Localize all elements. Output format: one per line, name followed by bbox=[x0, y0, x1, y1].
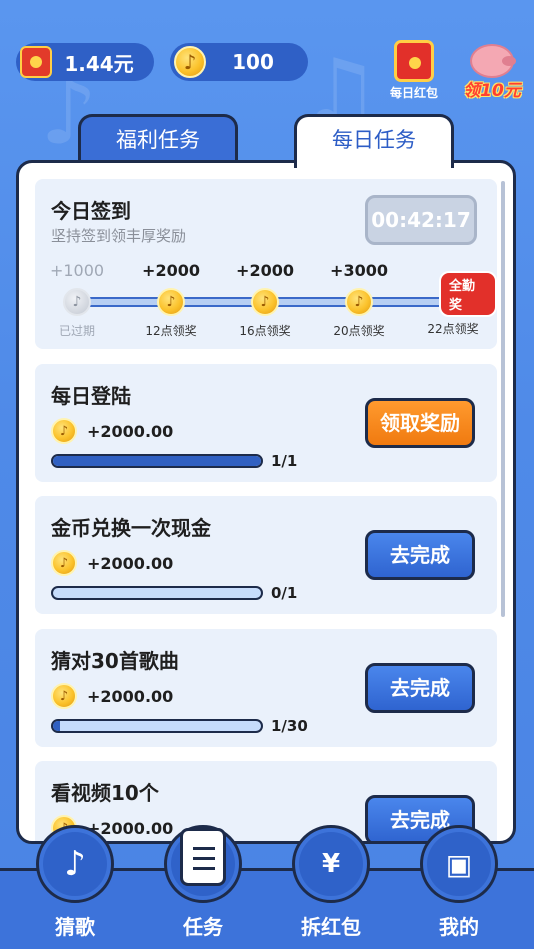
task-reward-value: +2000.00 bbox=[87, 686, 174, 706]
task-card: 每日登陆 ♪ +2000.00 1/1 领取奖励 bbox=[35, 364, 497, 482]
step-amount: +2000 bbox=[236, 261, 294, 280]
nav-circle bbox=[164, 825, 242, 903]
redpack-icon: ¥ bbox=[321, 849, 341, 879]
nav-icon-bg: ¥ bbox=[299, 832, 363, 896]
checkin-card: 今日签到 坚持签到领丰厚奖励 00:42:17 全勤奖 +1000 ♪ 已过期 … bbox=[35, 179, 497, 349]
step-amount: +3000 bbox=[330, 261, 388, 280]
scrollbar[interactable] bbox=[501, 181, 505, 617]
task-progress-bar bbox=[51, 586, 263, 600]
checkin-step[interactable]: +2000 ♪ 12点领奖 bbox=[131, 261, 211, 339]
daily-redpack-button[interactable]: 每日红包 bbox=[386, 40, 442, 101]
nav-item-guess-song[interactable]: ♪ 猜歌 bbox=[30, 825, 120, 940]
task-title: 每日登陆 bbox=[51, 384, 131, 408]
nav-label: 猜歌 bbox=[55, 915, 95, 939]
coin-balance-pill[interactable]: ♪ 100 bbox=[170, 43, 308, 81]
task-progress-text: 0/1 bbox=[271, 584, 298, 602]
clipboard-icon bbox=[180, 828, 226, 886]
nav-item-tasks[interactable]: 任务 bbox=[158, 825, 248, 940]
nav-icon-bg: ▣ bbox=[427, 832, 491, 896]
checkin-step[interactable]: +3000 ♪ 20点领奖 bbox=[319, 261, 399, 339]
task-progress-text: 1/1 bbox=[271, 452, 298, 470]
step-amount: +2000 bbox=[142, 261, 200, 280]
coin-icon: ♪ bbox=[174, 46, 206, 78]
tab-welfare-tasks[interactable]: 福利任务 bbox=[78, 114, 238, 166]
nav-icon-bg bbox=[171, 828, 235, 896]
daily-redpack-icon bbox=[394, 40, 434, 82]
task-title: 金币兑换一次现金 bbox=[51, 516, 211, 540]
task-progress-text: 1/30 bbox=[271, 717, 308, 735]
nav-circle: ¥ bbox=[292, 825, 370, 903]
step-caption: 已过期 bbox=[58, 324, 95, 338]
step-caption: 12点领奖 bbox=[145, 324, 197, 338]
step-caption: 22点领奖 bbox=[427, 322, 479, 336]
checkin-title: 今日签到 bbox=[51, 199, 131, 223]
task-title: 猜对30首歌曲 bbox=[51, 649, 179, 673]
coin-icon: ♪ bbox=[63, 288, 91, 316]
bottom-nav: ♪ 猜歌 任务 ¥ 拆红包 ▣ 我的 bbox=[0, 825, 534, 949]
coin-icon: ♪ bbox=[51, 418, 77, 444]
task-progress-bar bbox=[51, 454, 263, 468]
task-reward: ♪ +2000.00 bbox=[51, 550, 173, 576]
task-reward-value: +2000.00 bbox=[87, 421, 174, 441]
task-panel[interactable]: 今日签到 坚持签到领丰厚奖励 00:42:17 全勤奖 +1000 ♪ 已过期 … bbox=[16, 160, 516, 844]
nav-label: 拆红包 bbox=[301, 915, 361, 939]
task-card: 猜对30首歌曲 ♪ +2000.00 1/30 去完成 bbox=[35, 629, 497, 747]
checkin-subtitle: 坚持签到领丰厚奖励 bbox=[51, 227, 187, 245]
redpack-balance-pill[interactable]: 1.44元 bbox=[16, 43, 154, 81]
coin-icon: ♪ bbox=[51, 683, 77, 709]
go-complete-button[interactable]: 去完成 bbox=[365, 663, 475, 713]
step-caption: 20点领奖 bbox=[333, 324, 385, 338]
task-reward: ♪ +2000.00 bbox=[51, 418, 173, 444]
claim-reward-button[interactable]: 领取奖励 bbox=[365, 398, 475, 448]
task-progress-fill bbox=[53, 456, 261, 466]
redpack-icon bbox=[20, 46, 52, 78]
step-caption: 16点领奖 bbox=[239, 324, 291, 338]
daily-redpack-label: 每日红包 bbox=[389, 86, 438, 100]
task-progress-fill bbox=[53, 721, 60, 731]
coin-icon: ♪ bbox=[51, 550, 77, 576]
full-attendance-badge: 全勤奖 bbox=[439, 271, 497, 317]
checkin-step[interactable]: +2000 ♪ 16点领奖 bbox=[225, 261, 305, 339]
claim-cash-label: 领10元 bbox=[463, 81, 521, 101]
claim-cash-button[interactable]: 领10元 bbox=[458, 42, 526, 101]
coin-icon: ♪ bbox=[345, 288, 373, 316]
task-title: 看视频10个 bbox=[51, 781, 159, 805]
wallet-icon: ▣ bbox=[445, 847, 473, 881]
nav-circle: ▣ bbox=[420, 825, 498, 903]
piggy-snout-icon bbox=[502, 56, 516, 66]
coin-icon: ♪ bbox=[157, 288, 185, 316]
nav-item-profile[interactable]: ▣ 我的 bbox=[414, 825, 504, 940]
countdown-timer: 00:42:17 bbox=[365, 195, 477, 245]
nav-circle: ♪ bbox=[36, 825, 114, 903]
checkin-step[interactable]: +1000 ♪ 已过期 bbox=[37, 261, 117, 339]
nav-label: 任务 bbox=[183, 915, 223, 939]
step-amount: +1000 bbox=[49, 261, 105, 280]
task-reward: ♪ +2000.00 bbox=[51, 683, 173, 709]
task-reward-value: +2000.00 bbox=[87, 553, 174, 573]
nav-icon-bg: ♪ bbox=[43, 832, 107, 896]
nav-item-open-redpack[interactable]: ¥ 拆红包 bbox=[286, 825, 376, 940]
task-card: 金币兑换一次现金 ♪ +2000.00 0/1 去完成 bbox=[35, 496, 497, 614]
tab-daily-tasks[interactable]: 每日任务 bbox=[294, 114, 454, 168]
task-progress-bar bbox=[51, 719, 263, 733]
music-note-icon: ♪ bbox=[64, 844, 86, 884]
nav-label: 我的 bbox=[439, 915, 479, 939]
go-complete-button[interactable]: 去完成 bbox=[365, 530, 475, 580]
coin-icon: ♪ bbox=[251, 288, 279, 316]
